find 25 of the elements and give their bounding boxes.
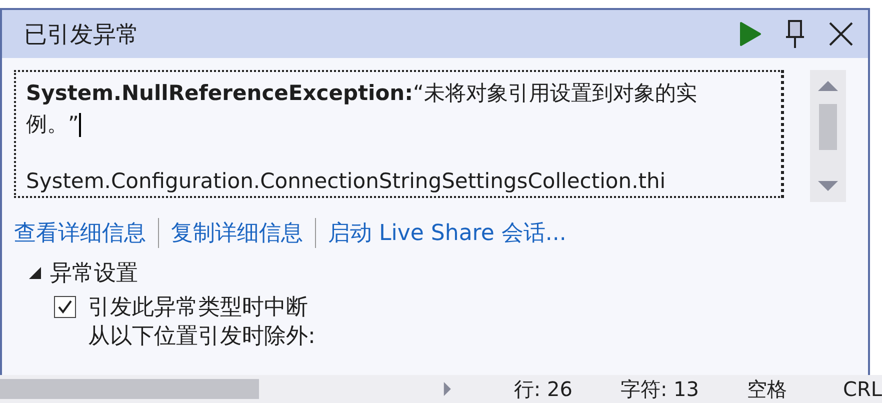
note-text: 从以下位置引发时除外: bbox=[88, 324, 316, 350]
line-ending[interactable]: CRL bbox=[842, 377, 882, 401]
checkbox[interactable] bbox=[54, 296, 76, 318]
checkbox-label: 引发此异常类型时中断 bbox=[88, 294, 308, 322]
scroll-up-icon[interactable] bbox=[817, 80, 839, 92]
scroll-right-icon[interactable] bbox=[443, 380, 452, 398]
char-number: 字符: 13 bbox=[620, 376, 699, 402]
indent-mode[interactable]: 空格 bbox=[746, 376, 787, 402]
horizontal-scrollbar[interactable] bbox=[0, 379, 260, 399]
close-icon[interactable] bbox=[828, 21, 854, 47]
action-link[interactable]: 查看详细信息 bbox=[14, 218, 146, 248]
action-link[interactable]: 启动 Live Share 会话... bbox=[328, 218, 566, 248]
pin-icon[interactable] bbox=[784, 19, 806, 49]
continue-icon[interactable] bbox=[738, 21, 762, 47]
vertical-scrollbar[interactable] bbox=[810, 70, 846, 202]
line-number: 行: 26 bbox=[514, 376, 572, 402]
section-title: 异常设置 bbox=[50, 260, 138, 288]
window-title: 已引发异常 bbox=[24, 20, 139, 50]
action-link[interactable]: 复制详细信息 bbox=[171, 218, 303, 248]
scroll-down-icon[interactable] bbox=[817, 180, 839, 192]
scrollbar-thumb[interactable] bbox=[819, 104, 837, 150]
stack-trace-line: System.Configuration.ConnectionStringSettingsCollection.thi bbox=[26, 169, 667, 193]
exception-message-box[interactable]: System.NullReferenceException:“未将对象引用设置到对象的实例。” System.Configuration.ConnectionStringSettingsCollection.thi bbox=[14, 70, 784, 198]
expander-icon[interactable] bbox=[28, 266, 42, 280]
exception-message: System.NullReferenceException:“未将对象引用设置到对象的实例。” bbox=[26, 80, 698, 140]
